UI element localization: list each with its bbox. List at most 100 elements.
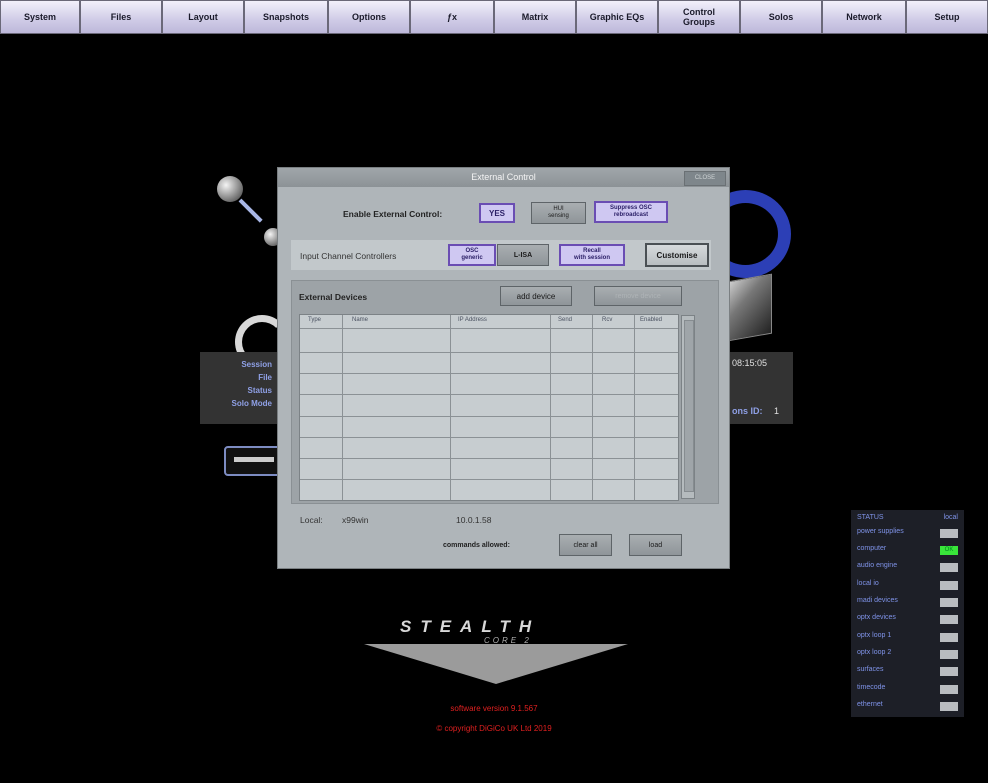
add-device-button[interactable]: add device xyxy=(500,286,572,306)
table-column xyxy=(550,315,593,500)
status-indicator-icon xyxy=(940,529,958,538)
clear-all-button[interactable]: clear all xyxy=(559,534,612,556)
status-item-label: optx loop 2 xyxy=(857,649,892,656)
table-column xyxy=(300,315,343,500)
table-row[interactable] xyxy=(300,416,678,417)
enable-label: Enable External Control: xyxy=(343,209,443,219)
status-header-label: STATUS xyxy=(857,514,884,521)
menu-layout[interactable]: Layout xyxy=(162,0,244,34)
menu-snapshots[interactable]: Snapshots xyxy=(244,0,328,34)
file-label: File xyxy=(258,373,272,382)
status-item[interactable]: computer OK xyxy=(855,543,960,558)
external-devices-label: External Devices xyxy=(299,292,368,302)
local-ip: 10.0.1.58 xyxy=(456,515,492,525)
status-header: STATUS local xyxy=(855,512,960,527)
status-item[interactable]: optx loop 2 xyxy=(855,647,960,662)
dialog-title: External Control xyxy=(471,172,536,182)
recall-session-button[interactable]: Recall with session xyxy=(559,244,625,266)
table-row[interactable] xyxy=(300,479,678,480)
status-indicator-icon xyxy=(940,650,958,659)
table-row[interactable] xyxy=(300,458,678,459)
status-item[interactable]: local io xyxy=(855,578,960,593)
table-column xyxy=(450,315,551,500)
customise-button[interactable]: Customise xyxy=(645,243,709,267)
table-row[interactable] xyxy=(300,373,678,374)
osc-generic-button[interactable]: OSC generic xyxy=(448,244,496,266)
session-id-value: 1 xyxy=(774,406,780,416)
status-item-label: power supplies xyxy=(857,528,904,535)
menu-solos[interactable]: Solos xyxy=(740,0,822,34)
logo-arm-icon xyxy=(238,198,263,223)
status-item-label: computer xyxy=(857,545,887,552)
status-indicator-icon xyxy=(940,685,958,694)
status-item[interactable]: optx loop 1 xyxy=(855,630,960,645)
close-button[interactable]: CLOSE xyxy=(684,171,726,186)
status-indicator-icon xyxy=(940,563,958,572)
session-info-panel: Session File Status Solo Mode xyxy=(200,352,278,424)
status-panel: STATUS local power supplies computer OK … xyxy=(851,510,964,717)
input-controllers-label: Input Channel Controllers xyxy=(300,251,397,261)
menu-network[interactable]: Network xyxy=(822,0,906,34)
remove-device-button[interactable]: remove device xyxy=(594,286,682,306)
devices-table: Type Name IP Address Send Rcv Enabled xyxy=(299,314,679,501)
lisa-button[interactable]: L-ISA xyxy=(497,244,549,266)
commands-allowed-label: commands allowed: xyxy=(443,542,510,549)
session-label: Session xyxy=(241,360,272,369)
stealth-logo: STEALTH xyxy=(400,617,541,636)
status-item[interactable]: power supplies xyxy=(855,526,960,541)
session-info-right: 08:15:05 ons ID: 1 xyxy=(728,352,793,424)
menu-files[interactable]: Files xyxy=(80,0,162,34)
session-id-label: ons ID: xyxy=(732,406,763,416)
external-control-dialog: External Control CLOSE Enable External C… xyxy=(277,167,730,569)
status-indicator-icon xyxy=(940,633,958,642)
status-item[interactable]: optx devices xyxy=(855,612,960,627)
dialog-title-bar: External Control CLOSE xyxy=(278,168,729,187)
menu-graphic-eqs[interactable]: Graphic EQs xyxy=(576,0,658,34)
menu-fx[interactable]: ƒx xyxy=(410,0,494,34)
status-item-label: local io xyxy=(857,580,879,587)
external-devices-panel: External Devices add device remove devic… xyxy=(291,280,719,504)
table-column xyxy=(342,315,451,500)
status-item-label: optx loop 1 xyxy=(857,632,892,639)
status-indicator-icon: OK xyxy=(940,546,958,555)
top-menu-bar: System Files Layout Snapshots Options ƒx… xyxy=(0,0,988,34)
local-host: x99win xyxy=(342,515,369,525)
status-item-label: optx devices xyxy=(857,614,896,621)
suppress-osc-button[interactable]: Suppress OSC rebroadcast xyxy=(594,201,668,223)
menu-options[interactable]: Options xyxy=(328,0,410,34)
menu-matrix[interactable]: Matrix xyxy=(494,0,576,34)
copyright: © copyright DiGiCo UK Ltd 2019 xyxy=(436,724,552,733)
table-row[interactable] xyxy=(300,437,678,438)
status-item[interactable]: madi devices xyxy=(855,595,960,610)
table-row[interactable] xyxy=(300,352,678,353)
hui-sensing-button[interactable]: HUI sensing xyxy=(531,202,586,224)
status-indicator-icon xyxy=(940,667,958,676)
table-column xyxy=(592,315,635,500)
status-item-label: audio engine xyxy=(857,562,898,569)
menu-control-groups[interactable]: Control Groups xyxy=(658,0,740,34)
status-item[interactable]: surfaces xyxy=(855,664,960,679)
menu-system[interactable]: System xyxy=(0,0,80,34)
load-button[interactable]: load xyxy=(629,534,682,556)
column-enabled: Enabled xyxy=(640,317,663,323)
status-item-label: timecode xyxy=(857,684,886,691)
status-item[interactable]: timecode xyxy=(855,682,960,697)
enable-yes-button[interactable]: YES xyxy=(479,203,515,223)
status-indicator-icon xyxy=(940,615,958,624)
status-item-label: surfaces xyxy=(857,666,884,673)
status-indicator-icon xyxy=(940,598,958,607)
status-label: Status xyxy=(247,386,272,395)
software-version: software version 9.1.567 xyxy=(450,704,538,713)
menu-setup[interactable]: Setup xyxy=(906,0,988,34)
table-scrollbar[interactable] xyxy=(681,315,695,499)
status-indicator-icon xyxy=(940,581,958,590)
scroll-thumb[interactable] xyxy=(684,320,694,492)
local-label: Local: xyxy=(300,515,323,525)
status-header-local: local xyxy=(943,514,958,521)
logo-ball-icon xyxy=(217,176,243,202)
status-item-label: madi devices xyxy=(857,597,898,604)
table-row[interactable] xyxy=(300,394,678,395)
status-item[interactable]: audio engine xyxy=(855,560,960,575)
logo-arrow-icon xyxy=(364,644,628,684)
session-time: 08:15:05 xyxy=(732,358,768,368)
